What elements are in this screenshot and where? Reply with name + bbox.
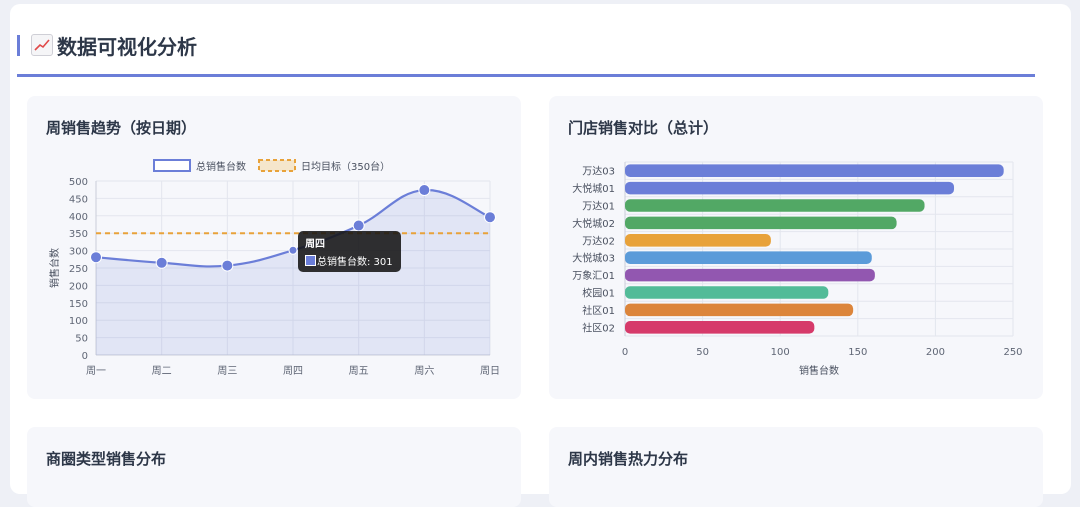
- x-tick-label: 周一: [86, 365, 106, 377]
- y-axis-label: 销售台数: [48, 248, 61, 288]
- district-distribution-card: 商圈类型销售分布: [27, 427, 521, 507]
- bar: [625, 199, 925, 212]
- x-tick-label: 周日: [480, 365, 500, 377]
- data-point: [418, 184, 431, 197]
- tooltip-title: 周四: [305, 239, 325, 250]
- bar: [625, 164, 1004, 177]
- legend-label-total: 总销售台数: [196, 160, 246, 173]
- x-tick-label: 周五: [349, 365, 369, 377]
- x-tick-label: 周三: [217, 365, 237, 377]
- y-tick-label: 300: [69, 247, 88, 258]
- chart-tooltip: 周四 总销售台数: 301: [298, 231, 401, 272]
- data-point: [155, 256, 168, 269]
- y-tick-label: 万达02: [582, 235, 615, 247]
- x-tick-label: 0: [622, 347, 628, 358]
- y-tick-label: 350: [69, 229, 88, 240]
- legend-swatch-target: [258, 159, 296, 172]
- bar: [625, 268, 875, 282]
- x-tick-label: 100: [771, 347, 790, 358]
- x-tick-label: 周六: [414, 365, 434, 377]
- y-tick-label: 万象汇01: [572, 269, 615, 282]
- x-tick-label: 200: [926, 347, 945, 358]
- chart-increasing-icon: [31, 34, 53, 56]
- weekly-trend-chart[interactable]: 050100150200250300350400450500周一 周二 周三 周四 周五…: [27, 96, 521, 399]
- y-tick-label: 200: [69, 281, 88, 292]
- x-tick-label: 周二: [152, 365, 172, 377]
- data-point: [352, 219, 365, 232]
- y-tick-label: 150: [69, 299, 88, 310]
- bar: [625, 321, 815, 334]
- bar: [625, 303, 854, 317]
- bar: [625, 286, 829, 299]
- y-tick-label: 500: [69, 177, 88, 188]
- y-tick-label: 50: [75, 334, 88, 345]
- bar: [625, 234, 771, 247]
- x-axis-label: 销售台数: [799, 364, 839, 377]
- store-comparison-chart[interactable]: 0 50 100 150 200 250 万达03 大悦城01 万达01 大悦城02 万达02 大悦城…: [549, 96, 1043, 399]
- y-tick-label: 校园01: [582, 287, 615, 300]
- section-header: 数据可视化分析: [17, 30, 1035, 77]
- x-tick-label: 250: [1003, 347, 1022, 358]
- y-tick-label: 250: [69, 264, 88, 275]
- weekly-heatmap-card: 周内销售热力分布: [549, 427, 1043, 507]
- y-tick-label: 社区02: [582, 321, 615, 334]
- bar: [625, 216, 897, 230]
- legend-swatch-total: [153, 159, 191, 172]
- bar: [625, 251, 872, 264]
- y-tick-label: 100: [69, 316, 88, 327]
- x-tick-label: 150: [848, 347, 867, 358]
- data-point: [288, 245, 298, 255]
- y-tick-label: 大悦城03: [572, 252, 615, 265]
- y-tick-label: 0: [82, 351, 88, 362]
- section-accent-bar: [17, 35, 20, 56]
- tooltip-label: 总销售台数: 301: [317, 257, 393, 268]
- y-tick-label: 450: [69, 194, 88, 205]
- legend-label-target: 日均目标（350台）: [301, 160, 390, 173]
- data-point: [484, 211, 496, 224]
- y-tick-label: 万达03: [582, 166, 615, 178]
- weekly-heatmap-title: 周内销售热力分布: [568, 450, 689, 468]
- y-tick-label: 万达01: [582, 201, 615, 213]
- y-tick-label: 大悦城01: [572, 182, 615, 195]
- data-point: [221, 259, 234, 272]
- y-tick-label: 社区01: [582, 304, 615, 317]
- bar: [625, 181, 955, 195]
- x-tick-label: 50: [696, 347, 709, 358]
- district-distribution-title: 商圈类型销售分布: [46, 450, 167, 468]
- y-tick-label: 大悦城02: [572, 217, 615, 230]
- x-tick-label: 周四: [283, 365, 303, 377]
- data-point: [90, 251, 102, 264]
- section-title: 数据可视化分析: [57, 35, 197, 59]
- y-tick-label: 400: [69, 212, 88, 223]
- tooltip-swatch: [305, 255, 316, 266]
